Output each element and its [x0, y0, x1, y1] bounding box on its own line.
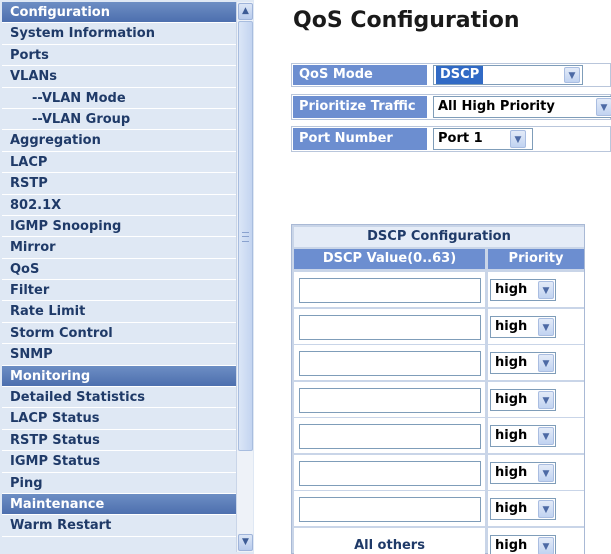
- all-others-priority-select[interactable]: high ▼: [490, 535, 556, 554]
- priority-value: high: [495, 501, 528, 516]
- dscp-value-input[interactable]: [299, 388, 481, 413]
- sidebar-item-rstp-status[interactable]: RSTP Status: [2, 429, 236, 452]
- priority-value: high: [495, 355, 528, 370]
- scroll-up-button[interactable]: ▲: [238, 3, 253, 20]
- scroll-thumb[interactable]: [238, 21, 253, 451]
- dscp-value-cell: [294, 418, 485, 453]
- sidebar-item-system-information[interactable]: System Information: [2, 23, 236, 45]
- section-header-maintenance: Maintenance: [2, 493, 236, 516]
- priority-cell: high ▼: [488, 345, 584, 380]
- priority-cell: high ▼: [488, 455, 584, 490]
- chevron-down-icon: ▼: [538, 464, 554, 482]
- dscp-value-cell: [294, 491, 485, 526]
- sidebar-item-ports[interactable]: Ports: [2, 44, 236, 67]
- priority-select[interactable]: high ▼: [490, 498, 556, 520]
- dscp-configuration-table: DSCP Configuration DSCP Value(0..63) Pri…: [291, 224, 585, 554]
- dscp-value-cell: [294, 382, 485, 417]
- sidebar: Configuration System Information Ports VLAN…: [0, 0, 254, 554]
- page-title: QoS Configuration: [293, 8, 520, 33]
- priority-cell: high ▼: [488, 382, 584, 417]
- priority-value: high: [495, 465, 528, 480]
- sidebar-item-qos[interactable]: QoS: [2, 258, 236, 281]
- sidebar-item-detailed-statistics[interactable]: Detailed Statistics: [2, 387, 236, 409]
- sidebar-item-filter[interactable]: Filter: [2, 280, 236, 302]
- chevron-down-icon: ▼: [538, 537, 554, 554]
- port-number-select[interactable]: Port 1 ▼: [433, 128, 533, 150]
- dscp-value-input[interactable]: [299, 315, 481, 340]
- chevron-down-icon: ▼: [538, 500, 554, 518]
- priority-value: high: [495, 538, 528, 553]
- dscp-value-cell: [294, 455, 485, 490]
- sidebar-item-802-1x[interactable]: 802.1X: [2, 194, 236, 216]
- priority-value: high: [495, 392, 528, 407]
- scroll-down-button[interactable]: ▼: [238, 534, 253, 551]
- sidebar-item-lacp-status[interactable]: LACP Status: [2, 408, 236, 430]
- all-others-cell: All others: [294, 528, 485, 554]
- prioritize-traffic-label: Prioritize Traffic: [293, 96, 427, 118]
- dscp-value-input[interactable]: [299, 424, 481, 449]
- section-header-monitoring: Monitoring: [2, 365, 236, 388]
- sidebar-item-aggregation[interactable]: Aggregation: [2, 130, 236, 152]
- chevron-down-icon: ▼: [510, 130, 526, 148]
- dscp-value-cell: [294, 345, 485, 380]
- all-others-label: All others: [354, 538, 425, 553]
- sidebar-item-lacp[interactable]: LACP: [2, 151, 236, 174]
- chevron-down-icon: ▼: [538, 281, 554, 299]
- priority-column-header: Priority: [488, 249, 584, 269]
- chevron-down-icon: ▼: [538, 354, 554, 372]
- priority-cell: high ▼: [488, 309, 584, 344]
- section-header-configuration: Configuration: [2, 2, 236, 24]
- priority-select[interactable]: high ▼: [490, 389, 556, 411]
- sidebar-item-rate-limit[interactable]: Rate Limit: [2, 301, 236, 323]
- port-number-label: Port Number: [293, 128, 427, 150]
- chevron-down-icon: ▼: [596, 98, 611, 116]
- chevron-down-icon: ▼: [538, 427, 554, 445]
- sidebar-item-vlans[interactable]: VLANs: [2, 66, 236, 88]
- port-number-value: Port 1: [438, 131, 483, 146]
- sidebar-item-ping[interactable]: Ping: [2, 472, 236, 494]
- priority-select[interactable]: high ▼: [490, 425, 556, 447]
- priority-cell: high ▼: [488, 272, 584, 307]
- dscp-value-cell: [294, 309, 485, 344]
- dscp-value-column-header: DSCP Value(0..63): [294, 249, 485, 269]
- sidebar-item-snmp[interactable]: SNMP: [2, 344, 236, 366]
- chevron-down-icon: ▼: [242, 537, 249, 547]
- chevron-down-icon: ▼: [538, 391, 554, 409]
- sidebar-item-igmp-status[interactable]: IGMP Status: [2, 451, 236, 473]
- sidebar-item-igmp-snooping[interactable]: IGMP Snooping: [2, 215, 236, 238]
- priority-select[interactable]: high ▼: [490, 279, 556, 301]
- priority-select[interactable]: high ▼: [490, 462, 556, 484]
- qos-mode-select[interactable]: DSCP ▼: [433, 65, 583, 85]
- dscp-table-title: DSCP Configuration: [294, 227, 584, 247]
- priority-cell: high ▼: [488, 528, 584, 554]
- priority-value: high: [495, 428, 528, 443]
- dscp-value-input[interactable]: [299, 351, 481, 376]
- sidebar-item-vlan-group[interactable]: --VLAN Group: [2, 108, 236, 131]
- dscp-value-cell: [294, 272, 485, 307]
- priority-value: high: [495, 319, 528, 334]
- sidebar-item-storm-control[interactable]: Storm Control: [2, 322, 236, 345]
- priority-cell: high ▼: [488, 418, 584, 453]
- sidebar-item-mirror[interactable]: Mirror: [2, 237, 236, 259]
- priority-select[interactable]: high ▼: [490, 316, 556, 338]
- sidebar-item-vlan-mode[interactable]: --VLAN Mode: [2, 87, 236, 109]
- dscp-value-input[interactable]: [299, 461, 481, 486]
- priority-cell: high ▼: [488, 491, 584, 526]
- qos-mode-label: QoS Mode: [293, 65, 427, 85]
- sidebar-scrollbar[interactable]: ▲ ▼: [236, 2, 253, 552]
- dscp-value-input[interactable]: [299, 497, 481, 522]
- priority-select[interactable]: high ▼: [490, 352, 556, 374]
- chevron-down-icon: ▼: [538, 318, 554, 336]
- priority-value: high: [495, 282, 528, 297]
- dscp-value-input[interactable]: [299, 278, 481, 303]
- grip-icon: [242, 232, 249, 242]
- chevron-up-icon: ▲: [242, 6, 249, 16]
- sidebar-menu: Configuration System Information Ports VLAN…: [2, 2, 236, 537]
- sidebar-item-warm-restart[interactable]: Warm Restart: [2, 515, 236, 537]
- sidebar-item-rstp[interactable]: RSTP: [2, 173, 236, 195]
- prioritize-traffic-select[interactable]: All High Priority ▼: [433, 96, 611, 118]
- prioritize-traffic-value: All High Priority: [438, 99, 555, 114]
- qos-mode-value: DSCP: [436, 66, 484, 84]
- chevron-down-icon: ▼: [564, 67, 580, 83]
